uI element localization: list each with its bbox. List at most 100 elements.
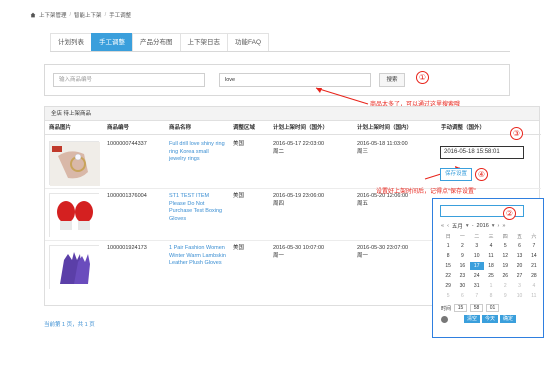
second-input[interactable]: 01: [486, 304, 500, 312]
hour-input[interactable]: 15: [454, 304, 468, 312]
search-button[interactable]: 搜索: [379, 73, 405, 87]
calendar-day[interactable]: 31: [470, 282, 484, 290]
next-month-button[interactable]: ›: [498, 223, 500, 229]
calendar-day[interactable]: 18: [484, 262, 498, 270]
calendar-day[interactable]: 6: [512, 242, 526, 250]
chevron-down-icon: ▾: [491, 222, 495, 229]
calendar-day[interactable]: 3: [470, 242, 484, 250]
calendar-day[interactable]: 26: [498, 272, 512, 280]
time-label: 时间: [441, 305, 452, 312]
clear-button[interactable]: 清空: [464, 315, 481, 323]
calendar-day[interactable]: 15: [441, 262, 455, 270]
calendar-day[interactable]: 5: [441, 292, 455, 300]
calendar-day[interactable]: 17: [469, 262, 484, 270]
calendar-day[interactable]: 9: [455, 252, 469, 260]
calendar-day[interactable]: 6: [455, 292, 469, 300]
calendar-day[interactable]: 19: [498, 262, 512, 270]
calendar-day[interactable]: 7: [527, 242, 541, 250]
confirm-button[interactable]: 确定: [500, 315, 517, 323]
weekday: 周一: [273, 252, 285, 259]
product-image-boxing-gloves: [49, 193, 100, 238]
weekday-label: 日: [445, 234, 451, 240]
calendar-day[interactable]: 1: [484, 282, 498, 290]
calendar-day[interactable]: 22: [441, 272, 455, 280]
tab-manual-adjust[interactable]: 手工调整: [91, 33, 133, 51]
tab-product-distribution[interactable]: 产品分布图: [132, 33, 181, 51]
product-id: 1000001924173: [107, 245, 147, 251]
calendar-day[interactable]: 10: [512, 292, 526, 300]
planned-time-home: 2016-05-20 12:06:00 周五: [357, 193, 408, 208]
calendar-day[interactable]: 12: [498, 252, 512, 260]
table-header: 商品图片 商品编号 商品名称 调整区域 计划上架时间（国外） 计划上架时间（国内…: [45, 121, 541, 135]
calendar-day[interactable]: 29: [441, 282, 455, 290]
prev-year-button[interactable]: «: [441, 223, 444, 229]
datetime: 2016-05-19 23:06:00: [273, 193, 325, 199]
breadcrumb-item[interactable]: 上下架管理: [39, 11, 67, 19]
breadcrumb-separator: /: [69, 12, 72, 18]
product-id: 1000001376004: [107, 193, 147, 199]
column-header: 手动调整（国外）: [441, 125, 486, 131]
prev-month-button[interactable]: ‹: [447, 223, 449, 229]
month-select[interactable]: 五月: [452, 222, 463, 230]
column-header: 商品图片: [49, 125, 72, 131]
calendar-day[interactable]: 9: [498, 292, 512, 300]
weekday: 周一: [357, 252, 369, 259]
annotation-marker-1: ①: [416, 71, 429, 84]
today-button[interactable]: 今天: [482, 315, 499, 323]
breadcrumb: 上下架管理 / 智能上下架 / 手工调整: [30, 10, 131, 20]
column-header: 商品编号: [107, 125, 130, 131]
calendar-day[interactable]: 4: [527, 282, 541, 290]
next-year-button[interactable]: »: [502, 223, 505, 229]
calendar-day[interactable]: 13: [512, 252, 526, 260]
calendar-day[interactable]: 27: [512, 272, 526, 280]
product-name-link[interactable]: Full drill love shiny ring ring Korea sm…: [169, 141, 227, 164]
calendar-day[interactable]: 11: [484, 252, 498, 260]
datetime: 2016-05-17 22:03:00: [273, 141, 325, 147]
calendar-day[interactable]: 23: [455, 272, 469, 280]
calendar-day[interactable]: 16: [455, 262, 469, 270]
save-settings-button[interactable]: 保存设置: [440, 168, 472, 181]
picker-buttons: 清空 今天 确定: [441, 315, 541, 323]
tab-faq[interactable]: 功能FAQ: [227, 33, 270, 51]
calendar-day[interactable]: 24: [470, 272, 484, 280]
breadcrumb-item[interactable]: 智能上下架: [74, 11, 102, 19]
product-name-link[interactable]: ST1 TEST ITEM Please Do Not Purchase Tes…: [169, 193, 227, 223]
calendar-day[interactable]: 20: [512, 262, 526, 270]
calendar-day[interactable]: 3: [512, 282, 526, 290]
calendar-day[interactable]: 4: [484, 242, 498, 250]
keyword-input[interactable]: love: [219, 73, 371, 87]
tab-plan-list[interactable]: 计划列表: [50, 33, 92, 51]
column-header: 调整区域: [233, 125, 256, 131]
calendar-day[interactable]: 28: [527, 272, 541, 280]
calendar-day[interactable]: 8: [441, 252, 455, 260]
sku-input[interactable]: 输入商品编号: [53, 73, 205, 87]
calendar-day[interactable]: 5: [498, 242, 512, 250]
calendar-day[interactable]: 10: [470, 252, 484, 260]
calendar-day[interactable]: 25: [484, 272, 498, 280]
region: 美国: [233, 245, 245, 251]
planned-time-home: 2016-05-18 11:03:00 周三: [357, 141, 408, 156]
calendar: « ‹ 五月 ▾ - 2016 ▾ › » 日一二三四五六 1234567891…: [441, 221, 541, 323]
calendar-day[interactable]: 8: [484, 292, 498, 300]
product-name-link[interactable]: 1 Pair Fashion Women Winter Warm Lambski…: [169, 245, 227, 268]
calendar-day[interactable]: 11: [527, 292, 541, 300]
datetime: 2016-05-18 11:03:00: [357, 141, 408, 147]
calendar-day[interactable]: 2: [455, 242, 469, 250]
calendar-day[interactable]: 2: [498, 282, 512, 290]
calendar-day[interactable]: 30: [455, 282, 469, 290]
weekday-label: 一: [459, 234, 465, 240]
calendar-day[interactable]: 7: [470, 292, 484, 300]
annotation-marker-3: ③: [510, 127, 523, 140]
weekday-label: 六: [531, 234, 537, 240]
year-select[interactable]: 2016: [477, 223, 489, 229]
calendar-day[interactable]: 21: [527, 262, 541, 270]
minute-input[interactable]: 58: [470, 304, 484, 312]
region: 美国: [233, 193, 245, 199]
manual-datetime-input[interactable]: 2016-05-18 15:58:01: [440, 146, 524, 159]
calendar-day[interactable]: 1: [441, 242, 455, 250]
calendar-day[interactable]: 14: [527, 252, 541, 260]
clock-icon[interactable]: [441, 315, 448, 323]
breadcrumb-item: 手工调整: [109, 13, 132, 19]
tab-listing-log[interactable]: 上下架日志: [179, 33, 228, 51]
weekday-label: 四: [502, 234, 508, 240]
